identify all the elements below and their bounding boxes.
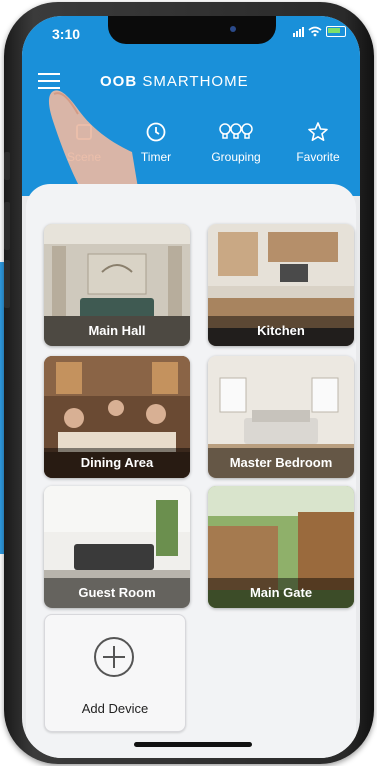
- home-indicator[interactable]: [134, 742, 252, 747]
- room-tile-dining-area[interactable]: Dining Area: [44, 356, 190, 478]
- app-screen: 3:10 OOB SMARTHOME Scene Timer Grouping …: [22, 16, 360, 758]
- nav-timer-label: Timer: [140, 150, 172, 164]
- app-title: OOB SMARTHOME: [100, 73, 300, 90]
- room-tile-guest-room[interactable]: Guest Room: [44, 486, 190, 608]
- volume-down-button: [4, 260, 10, 308]
- star-icon: [308, 122, 328, 141]
- clock-icon: [146, 122, 166, 142]
- nav-timer[interactable]: Timer: [132, 120, 180, 164]
- room-tile-main-hall[interactable]: Main Hall: [44, 224, 190, 346]
- nav-scene-label: Scene: [66, 150, 102, 164]
- phone-frame: 3:10 OOB SMARTHOME Scene Timer Grouping …: [4, 2, 374, 764]
- nav-favorite[interactable]: Favorite: [292, 120, 344, 164]
- app-header: 3:10 OOB SMARTHOME Scene Timer Grouping …: [22, 16, 360, 196]
- nav-bar: Scene Timer Grouping Favorite: [22, 120, 360, 170]
- menu-icon[interactable]: [38, 73, 60, 94]
- room-tile-master-bedroom[interactable]: Master Bedroom: [208, 356, 354, 478]
- nav-grouping-label: Grouping: [211, 150, 261, 164]
- room-label: Main Gate: [208, 578, 354, 608]
- nav-scene[interactable]: Scene: [58, 120, 110, 164]
- room-label: Dining Area: [44, 448, 190, 478]
- nav-grouping[interactable]: Grouping: [206, 120, 266, 164]
- volume-up-button: [4, 202, 10, 250]
- room-tile-kitchen[interactable]: Kitchen: [208, 224, 354, 346]
- room-label: Guest Room: [44, 578, 190, 608]
- app-title-rest: SMARTHOME: [137, 73, 249, 90]
- mute-switch: [4, 152, 10, 180]
- room-tile-main-gate[interactable]: Main Gate: [208, 486, 354, 608]
- signal-icon: [293, 26, 304, 37]
- status-time: 3:10: [52, 26, 81, 42]
- battery-icon: [326, 26, 346, 37]
- status-icons: [293, 26, 346, 37]
- nav-favorite-label: Favorite: [296, 150, 340, 164]
- camera-dot: [230, 26, 236, 32]
- add-device-label: Add Device: [81, 701, 149, 716]
- add-device-button[interactable]: Add Device: [44, 614, 186, 732]
- room-label: Main Hall: [44, 316, 190, 346]
- wifi-icon: [308, 26, 322, 37]
- bulbs-icon: [219, 123, 253, 139]
- room-label: Kitchen: [208, 316, 354, 346]
- room-label: Master Bedroom: [208, 448, 354, 478]
- scene-icon: [76, 124, 92, 140]
- plus-circle-icon: [94, 637, 134, 677]
- app-title-bold: OOB: [100, 73, 138, 90]
- notch: [108, 16, 276, 44]
